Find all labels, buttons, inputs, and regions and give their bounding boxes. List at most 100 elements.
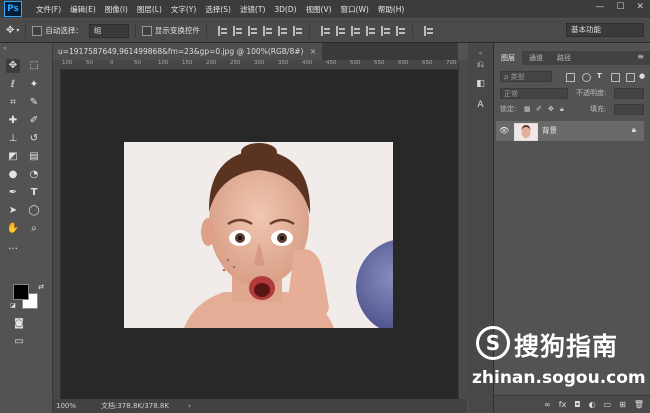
menu-window[interactable]: 窗口(W) bbox=[341, 4, 369, 15]
close-tab-icon[interactable]: × bbox=[310, 47, 316, 56]
screen-mode-icon[interactable]: ▭ bbox=[12, 335, 26, 349]
auto-select-checkbox[interactable] bbox=[32, 25, 43, 36]
minimize-button[interactable]: — bbox=[595, 2, 604, 12]
crop-tool-icon[interactable]: ⌗ bbox=[6, 96, 20, 110]
lock-all-icon[interactable]: 🔒︎ bbox=[560, 104, 564, 115]
menu-select[interactable]: 选择(S) bbox=[205, 4, 231, 15]
magic-wand-tool-icon[interactable]: ✦ bbox=[27, 78, 41, 92]
delete-layer-icon[interactable]: 🗑︎ bbox=[634, 400, 644, 409]
smart-object-filter-icon[interactable] bbox=[626, 73, 635, 82]
history-brush-tool-icon[interactable]: ↺ bbox=[27, 132, 41, 146]
swap-colors-icon[interactable]: ⇄ bbox=[34, 280, 48, 294]
horizontal-ruler[interactable]: 100 50 0 50 100 150 200 250 300 350 400 450 500 550 60… bbox=[60, 60, 458, 70]
distribute-bottom-icon[interactable] bbox=[350, 25, 361, 36]
align-left-icon[interactable] bbox=[262, 25, 273, 36]
more-tools-icon[interactable]: … bbox=[6, 240, 20, 254]
menu-file[interactable]: 文件(F) bbox=[36, 4, 61, 15]
move-tool-icon[interactable]: ✥ bbox=[6, 59, 20, 73]
distribute-left-icon[interactable] bbox=[365, 25, 376, 36]
brush-tool-icon[interactable]: ✐ bbox=[27, 114, 41, 128]
eyedropper-tool-icon[interactable]: ✎ bbox=[27, 96, 41, 110]
zoom-level[interactable]: 100% bbox=[56, 399, 76, 413]
menu-layer[interactable]: 图层(L) bbox=[137, 4, 162, 15]
vertical-scrollbar[interactable] bbox=[458, 60, 468, 399]
move-tool-preset-icon[interactable]: ✥ bbox=[6, 25, 14, 36]
blend-mode-dropdown[interactable]: 正常 bbox=[500, 88, 568, 99]
panel-menu-icon[interactable]: ≡ bbox=[637, 52, 644, 61]
kind-filter-dropdown[interactable]: ρ 类型 bbox=[500, 71, 552, 82]
auto-align-icon[interactable] bbox=[423, 25, 434, 36]
default-colors-icon[interactable]: ◪ bbox=[6, 299, 20, 313]
eraser-tool-icon[interactable]: ◩ bbox=[6, 150, 20, 164]
quick-mask-icon[interactable]: ◙ bbox=[12, 317, 26, 331]
distribute-hcenter-icon[interactable] bbox=[380, 25, 391, 36]
canvas-area[interactable] bbox=[61, 70, 458, 399]
menu-edit[interactable]: 编辑(E) bbox=[70, 4, 96, 15]
blur-tool-icon[interactable]: ● bbox=[6, 168, 20, 182]
tab-channels[interactable]: 通道 bbox=[522, 51, 550, 65]
type-filter-icon[interactable]: T bbox=[597, 71, 602, 82]
status-menu-arrow[interactable]: › bbox=[188, 399, 191, 413]
hand-tool-icon[interactable]: ✋ bbox=[6, 222, 20, 236]
pixel-filter-icon[interactable] bbox=[566, 73, 575, 82]
type-tool-icon[interactable]: T bbox=[27, 186, 41, 200]
collapse-icon[interactable]: » bbox=[3, 45, 7, 52]
align-right-icon[interactable] bbox=[292, 25, 303, 36]
lock-position-icon[interactable]: ✥ bbox=[548, 104, 554, 115]
show-transform-checkbox[interactable] bbox=[141, 25, 152, 36]
menu-filter[interactable]: 滤镜(T) bbox=[240, 4, 265, 15]
document-tab[interactable]: u=1917587649,961499868&fm=23&gp=0.jpg @ … bbox=[53, 43, 323, 60]
auto-select-dropdown[interactable]: 组 bbox=[88, 23, 129, 38]
new-layer-icon[interactable]: ⊞ bbox=[619, 400, 626, 409]
tab-layers[interactable]: 图层 bbox=[494, 51, 522, 65]
distribute-top-icon[interactable] bbox=[320, 25, 331, 36]
adjustment-filter-icon[interactable] bbox=[582, 73, 591, 82]
shape-filter-icon[interactable] bbox=[611, 73, 620, 82]
path-selection-tool-icon[interactable]: ➤ bbox=[6, 204, 20, 218]
distribute-right-icon[interactable] bbox=[395, 25, 406, 36]
layer-style-icon[interactable]: fx bbox=[559, 400, 567, 409]
align-vcenter-icon[interactable] bbox=[232, 25, 243, 36]
menu-image[interactable]: 图像(I) bbox=[105, 4, 128, 15]
opacity-field[interactable] bbox=[614, 88, 644, 99]
menu-view[interactable]: 视图(V) bbox=[306, 4, 332, 15]
marquee-tool-icon[interactable]: ⬚ bbox=[27, 59, 41, 73]
distribute-vcenter-icon[interactable] bbox=[335, 25, 346, 36]
layer-name[interactable]: 背景 bbox=[542, 125, 557, 136]
history-panel-icon[interactable]: ⎌ bbox=[474, 59, 487, 72]
healing-brush-tool-icon[interactable]: ✚ bbox=[6, 114, 20, 128]
layer-row[interactable]: 👁︎ 背景 🔒︎ bbox=[496, 121, 644, 141]
maximize-button[interactable]: ☐ bbox=[616, 2, 624, 12]
menu-type[interactable]: 文字(Y) bbox=[171, 4, 196, 15]
fill-field[interactable] bbox=[614, 104, 644, 115]
ellipse-tool-icon[interactable]: ◯ bbox=[27, 204, 41, 218]
align-top-icon[interactable] bbox=[217, 25, 228, 36]
clone-stamp-tool-icon[interactable]: ⊥ bbox=[6, 132, 20, 146]
foreground-color-swatch[interactable] bbox=[13, 284, 29, 300]
dodge-tool-icon[interactable]: ◔ bbox=[27, 168, 41, 182]
lock-paint-icon[interactable]: ✐ bbox=[536, 104, 542, 115]
zoom-tool-icon[interactable]: ⌕ bbox=[27, 222, 41, 236]
lasso-tool-icon[interactable]: ℓ bbox=[6, 78, 20, 92]
close-button[interactable]: ✕ bbox=[636, 2, 644, 12]
new-adjustment-icon[interactable]: ◐ bbox=[589, 400, 596, 409]
tab-paths[interactable]: 路径 bbox=[550, 51, 578, 65]
align-bottom-icon[interactable] bbox=[247, 25, 258, 36]
pen-tool-icon[interactable]: ✒ bbox=[6, 186, 20, 200]
vertical-ruler[interactable] bbox=[53, 69, 61, 399]
workspace-dropdown[interactable]: 基本功能 bbox=[566, 23, 644, 37]
chevron-down-icon[interactable]: ▾ bbox=[16, 27, 19, 34]
align-hcenter-icon[interactable] bbox=[277, 25, 288, 36]
character-panel-icon[interactable]: A bbox=[474, 99, 487, 112]
new-group-icon[interactable]: ▭ bbox=[604, 400, 612, 409]
add-mask-icon[interactable]: ◘ bbox=[574, 400, 580, 409]
menu-3d[interactable]: 3D(D) bbox=[274, 5, 296, 14]
link-layers-icon[interactable]: ∞ bbox=[544, 400, 551, 409]
gradient-tool-icon[interactable]: ▤ bbox=[27, 150, 41, 164]
visibility-eye-icon[interactable]: 👁︎ bbox=[499, 126, 509, 135]
lock-pixels-icon[interactable]: ▦ bbox=[524, 104, 531, 115]
menu-help[interactable]: 帮助(H) bbox=[378, 4, 405, 15]
filter-toggle-icon[interactable]: ● bbox=[639, 71, 645, 82]
document-image[interactable] bbox=[124, 142, 393, 328]
properties-panel-icon[interactable]: ◧ bbox=[474, 78, 487, 91]
